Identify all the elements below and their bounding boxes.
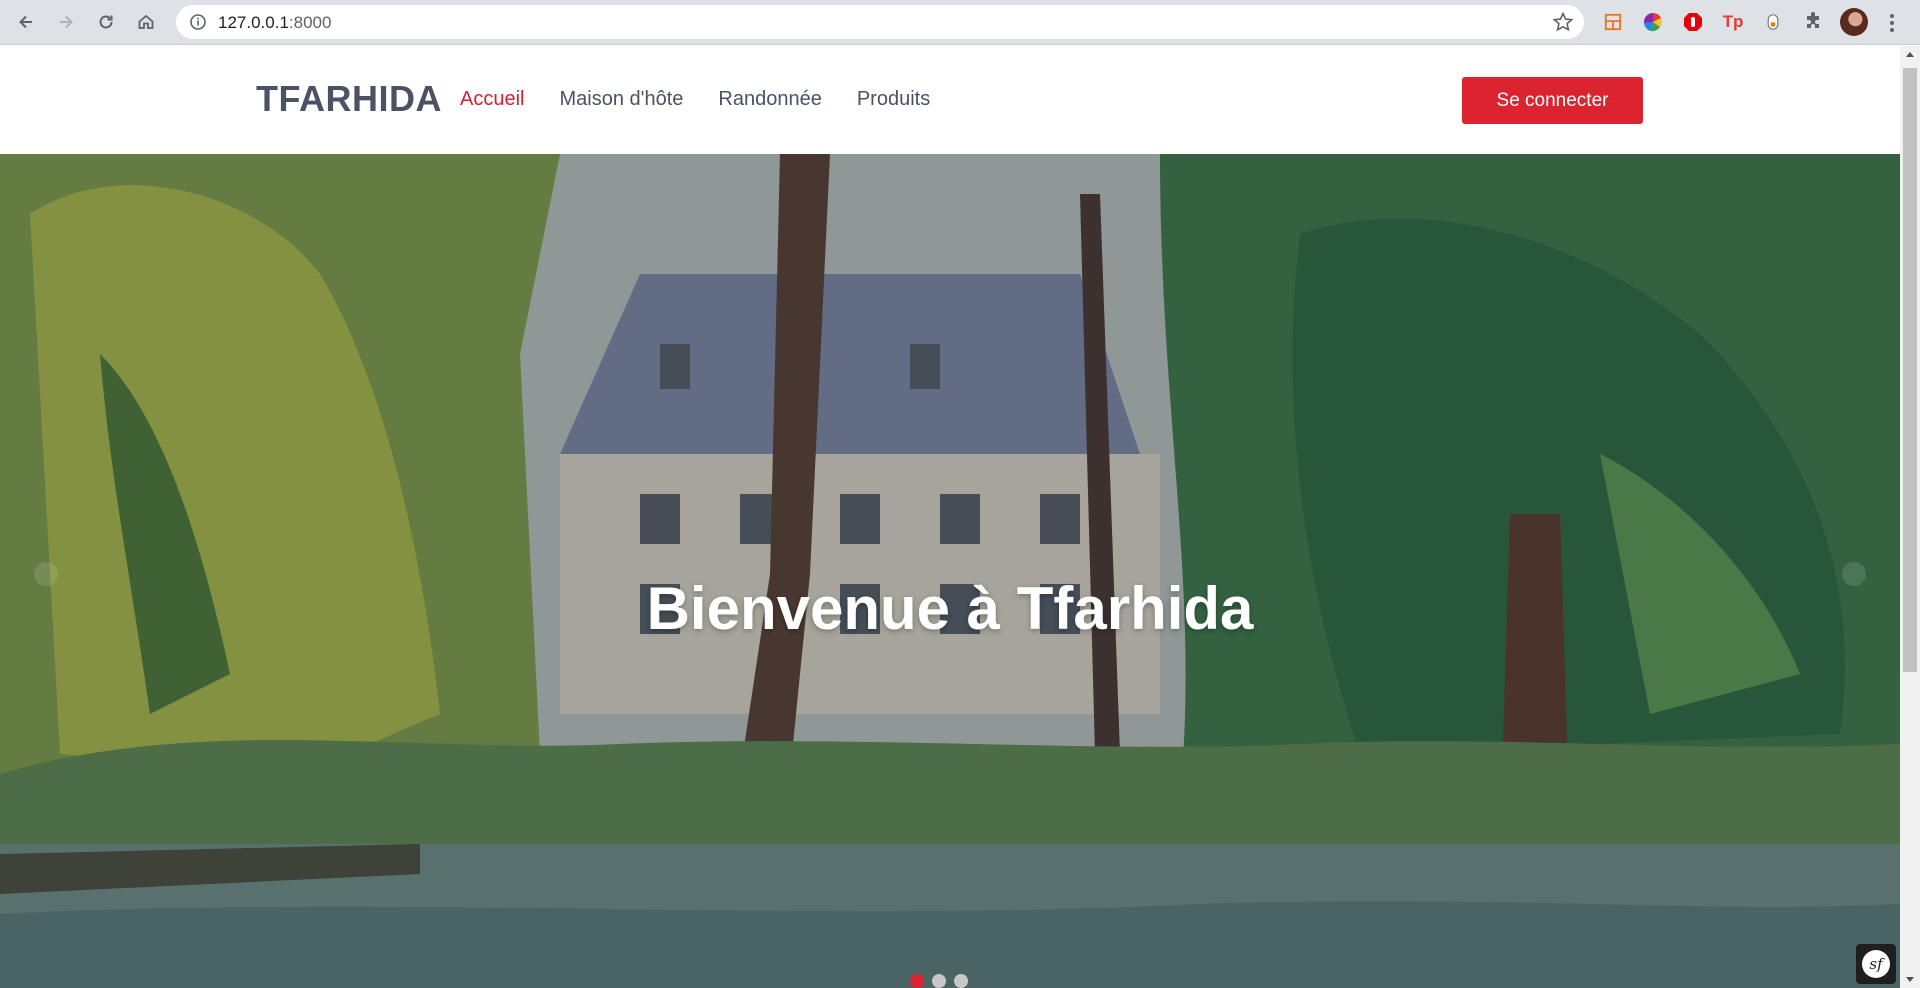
home-icon (138, 14, 154, 29)
home-button[interactable] (131, 7, 161, 37)
back-button[interactable] (11, 7, 41, 37)
address-bar[interactable]: 127.0.0.1:8000 (176, 5, 1584, 39)
url-host: 127.0.0.1 (218, 13, 289, 32)
nav-link-accueil[interactable]: Accueil (460, 88, 524, 111)
carousel-dot-1[interactable] (910, 974, 924, 988)
forward-arrow-icon (60, 15, 73, 29)
login-button[interactable]: Se connecter (1462, 77, 1643, 124)
url-text: 127.0.0.1:8000 (218, 13, 331, 33)
scrollbar-thumb[interactable] (1903, 68, 1917, 672)
scroll-down-arrow-icon[interactable] (1906, 977, 1914, 982)
extension-color-wheel-icon[interactable] (1641, 10, 1665, 34)
carousel-dot-2[interactable] (932, 974, 946, 988)
extension-capsule-icon[interactable] (1761, 10, 1785, 34)
profile-avatar[interactable] (1840, 8, 1868, 36)
puzzle-icon[interactable] (1801, 10, 1825, 34)
nav-link-produits[interactable]: Produits (857, 88, 930, 111)
hero-carousel: Bienvenue à Tfarhida sf (0, 154, 1900, 988)
carousel-dot-3[interactable] (954, 974, 968, 988)
symfony-debug-toolbar-toggle[interactable]: sf (1856, 944, 1896, 984)
scroll-up-arrow-icon[interactable] (1906, 52, 1914, 57)
kebab-menu-icon[interactable] (1882, 10, 1902, 36)
symfony-icon: sf (1862, 950, 1890, 978)
page-viewport: TFARHIDA Accueil Maison d'hôte Randonnée… (0, 46, 1900, 988)
star-icon[interactable] (1552, 11, 1574, 33)
page-scrollbar[interactable] (1900, 46, 1920, 988)
reload-icon (99, 15, 113, 29)
extension-adblock-icon[interactable] (1681, 10, 1705, 34)
back-arrow-icon (19, 15, 32, 29)
reload-button[interactable] (91, 7, 121, 37)
extension-tp-icon[interactable]: Tp (1721, 10, 1745, 34)
nav-link-randonnee[interactable]: Randonnée (718, 88, 821, 111)
hero-title: Bienvenue à Tfarhida (646, 575, 1254, 642)
forward-button[interactable] (51, 7, 81, 37)
hero-dark-overlay (0, 154, 1900, 988)
url-port: :8000 (288, 13, 332, 32)
site-logo[interactable]: TFARHIDA (256, 78, 442, 120)
extension-layout-icon[interactable] (1601, 10, 1625, 34)
site-header: TFARHIDA Accueil Maison d'hôte Randonnée… (0, 46, 1900, 154)
info-icon[interactable] (188, 12, 208, 32)
main-nav: Accueil Maison d'hôte Randonnée Produits (460, 88, 930, 111)
nav-link-maison-d-hote[interactable]: Maison d'hôte (559, 88, 683, 111)
browser-toolbar: 127.0.0.1:8000 Tp (0, 0, 1920, 45)
